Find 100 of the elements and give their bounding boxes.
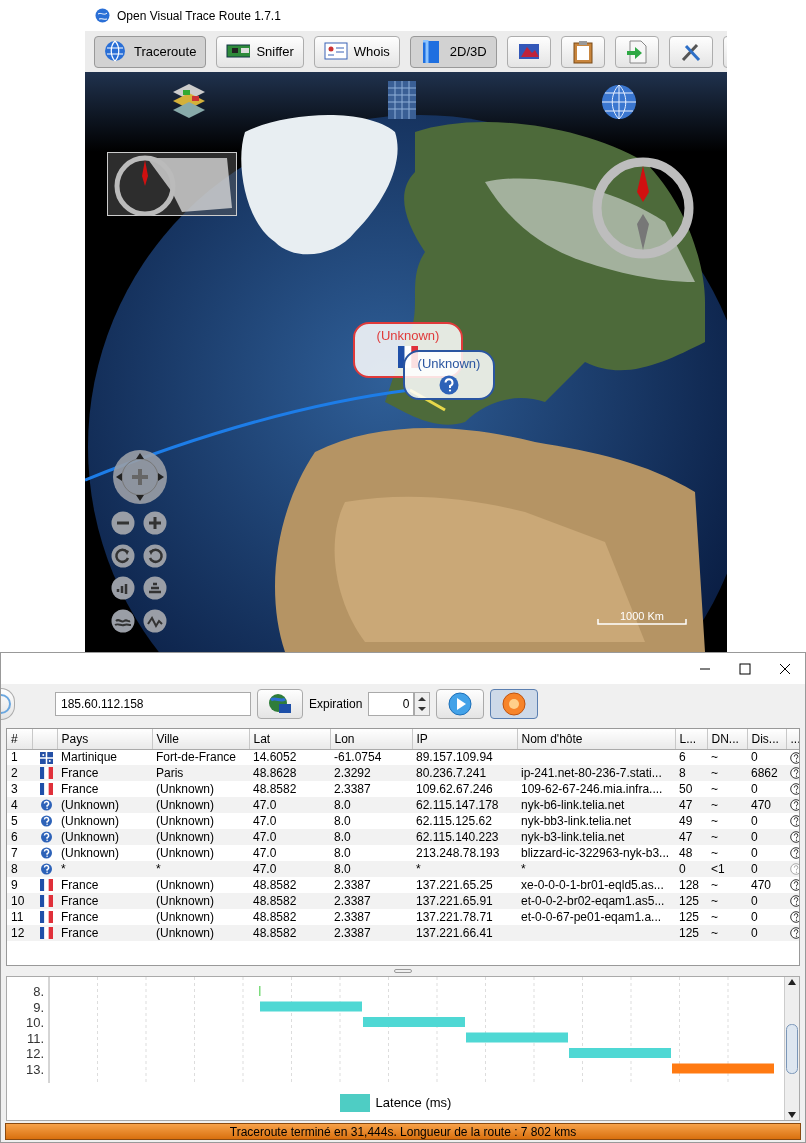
- column-header[interactable]: Lon: [330, 729, 412, 749]
- help-icon[interactable]: [790, 927, 799, 940]
- rotate-left-icon[interactable]: [143, 543, 167, 568]
- table-cell: 47: [675, 829, 707, 845]
- help-icon[interactable]: [790, 767, 799, 780]
- help-icon[interactable]: [790, 895, 799, 908]
- help-icon[interactable]: [790, 911, 799, 924]
- column-header[interactable]: Dis...: [747, 729, 786, 749]
- column-header[interactable]: Pays: [57, 729, 152, 749]
- table-cell: 47.0: [249, 813, 330, 829]
- stop-button[interactable]: [490, 689, 539, 719]
- column-header[interactable]: Ville: [152, 729, 249, 749]
- table-cell: 47.0: [249, 845, 330, 861]
- help-icon[interactable]: [790, 815, 799, 828]
- help-icon[interactable]: [790, 831, 799, 844]
- table-cell: 6: [7, 829, 32, 845]
- compass-icon[interactable]: [591, 156, 695, 260]
- table-cell: 0: [747, 829, 786, 845]
- table-cell: nyk-b3-link.telia.net: [517, 829, 675, 845]
- table-cell: 5: [7, 813, 32, 829]
- table-cell: 62.115.140.223: [412, 829, 517, 845]
- table-cell: 62.115.147.178: [412, 797, 517, 813]
- vertical-scrollbar[interactable]: [784, 977, 799, 1120]
- maximize-icon[interactable]: [739, 662, 751, 675]
- help-icon[interactable]: [790, 783, 799, 796]
- hop-label: 12.: [25, 1046, 44, 1061]
- minimap-drawing[interactable]: [107, 152, 237, 216]
- zoom-in-icon[interactable]: [143, 511, 167, 535]
- column-header[interactable]: #: [7, 729, 32, 749]
- france-flag-icon: [40, 911, 53, 924]
- table-cell: 125: [675, 893, 707, 909]
- stop-icon: [502, 692, 527, 716]
- toolbar-button[interactable]: Sniffer: [216, 35, 304, 68]
- elevation-icon[interactable]: [143, 608, 167, 633]
- start-button[interactable]: [436, 689, 485, 719]
- globe-icon[interactable]: [600, 83, 638, 121]
- spinner-arrows-icon[interactable]: [414, 692, 431, 716]
- help-icon[interactable]: [790, 751, 799, 764]
- table-cell: 137.221.65.91: [412, 893, 517, 909]
- table-cell: 47.0: [249, 861, 330, 877]
- table-cell: 470: [747, 877, 786, 893]
- toolbar-button[interactable]: [614, 35, 659, 68]
- column-header[interactable]: Lat: [249, 729, 330, 749]
- zoom-out-icon[interactable]: [111, 511, 135, 535]
- table-cell: 14.6052: [249, 749, 330, 765]
- column-header[interactable]: IP: [412, 729, 517, 749]
- table-cell: 2.3387: [330, 925, 412, 941]
- table-cell: 0: [747, 749, 786, 765]
- toolbar-button[interactable]: [506, 35, 551, 68]
- column-header[interactable]: Nom d'hôte: [517, 729, 675, 749]
- table-cell: blizzard-ic-322963-nyk-b3...: [517, 845, 675, 861]
- table-cell: 48.8582: [249, 925, 330, 941]
- address-field[interactable]: 185.60.112.158: [55, 692, 251, 716]
- table-cell: (Unknown): [152, 925, 249, 941]
- terrain-icon[interactable]: [111, 608, 135, 633]
- help-icon[interactable]: [790, 879, 799, 892]
- close-icon[interactable]: [779, 662, 791, 675]
- scroll-down-icon[interactable]: [787, 1110, 797, 1120]
- question-icon: [40, 831, 53, 844]
- table-cell: 2.3387: [330, 893, 412, 909]
- column-header[interactable]: DN...: [707, 729, 747, 749]
- toolbar-button[interactable]: 2D/3D: [409, 35, 497, 68]
- toolbar-button[interactable]: [668, 35, 713, 68]
- toolbar-button[interactable]: [560, 35, 605, 68]
- france-flag-icon: [40, 783, 53, 796]
- table-cell: (Unknown): [152, 909, 249, 925]
- globe-computer-icon: [268, 693, 292, 715]
- scroll-up-icon[interactable]: [787, 977, 797, 987]
- table-cell: 0: [747, 861, 786, 877]
- help-icon[interactable]: [790, 799, 799, 812]
- table-cell: 48.8628: [249, 765, 330, 781]
- table-cell: 125: [675, 925, 707, 941]
- france-flag-icon: [40, 895, 53, 908]
- lookup-button[interactable]: [257, 689, 303, 719]
- grid-icon[interactable]: [387, 80, 417, 120]
- column-header[interactable]: L...: [675, 729, 707, 749]
- table-cell: France: [57, 781, 152, 797]
- splitter-handle[interactable]: [394, 969, 412, 973]
- stack-icon[interactable]: [143, 576, 167, 600]
- bars-icon[interactable]: [111, 576, 135, 600]
- table-cell: (Unknown): [57, 797, 152, 813]
- table-cell: 8.0: [330, 861, 412, 877]
- toolbar-button[interactable]: Traceroute: [94, 35, 207, 68]
- help-icon[interactable]: [790, 847, 799, 860]
- table-cell: 0: [747, 845, 786, 861]
- table-cell: ~: [707, 813, 747, 829]
- window-title: Open Visual Trace Route 1.7.1: [117, 7, 281, 25]
- pan-control[interactable]: [112, 449, 168, 505]
- toolbar-button[interactable]: Whois: [313, 35, 400, 68]
- question-icon: [40, 815, 53, 828]
- table-cell: ~: [707, 829, 747, 845]
- scroll-thumb[interactable]: [786, 1023, 798, 1074]
- table-cell: 3: [7, 781, 32, 797]
- table-cell: 137.221.66.41: [412, 925, 517, 941]
- expiration-field[interactable]: 0: [368, 692, 415, 716]
- table-cell: France: [57, 893, 152, 909]
- table-cell: 0: [675, 861, 707, 877]
- table-cell: 48.8582: [249, 893, 330, 909]
- rotate-right-icon[interactable]: [111, 543, 135, 568]
- table-cell: (Unknown): [152, 829, 249, 845]
